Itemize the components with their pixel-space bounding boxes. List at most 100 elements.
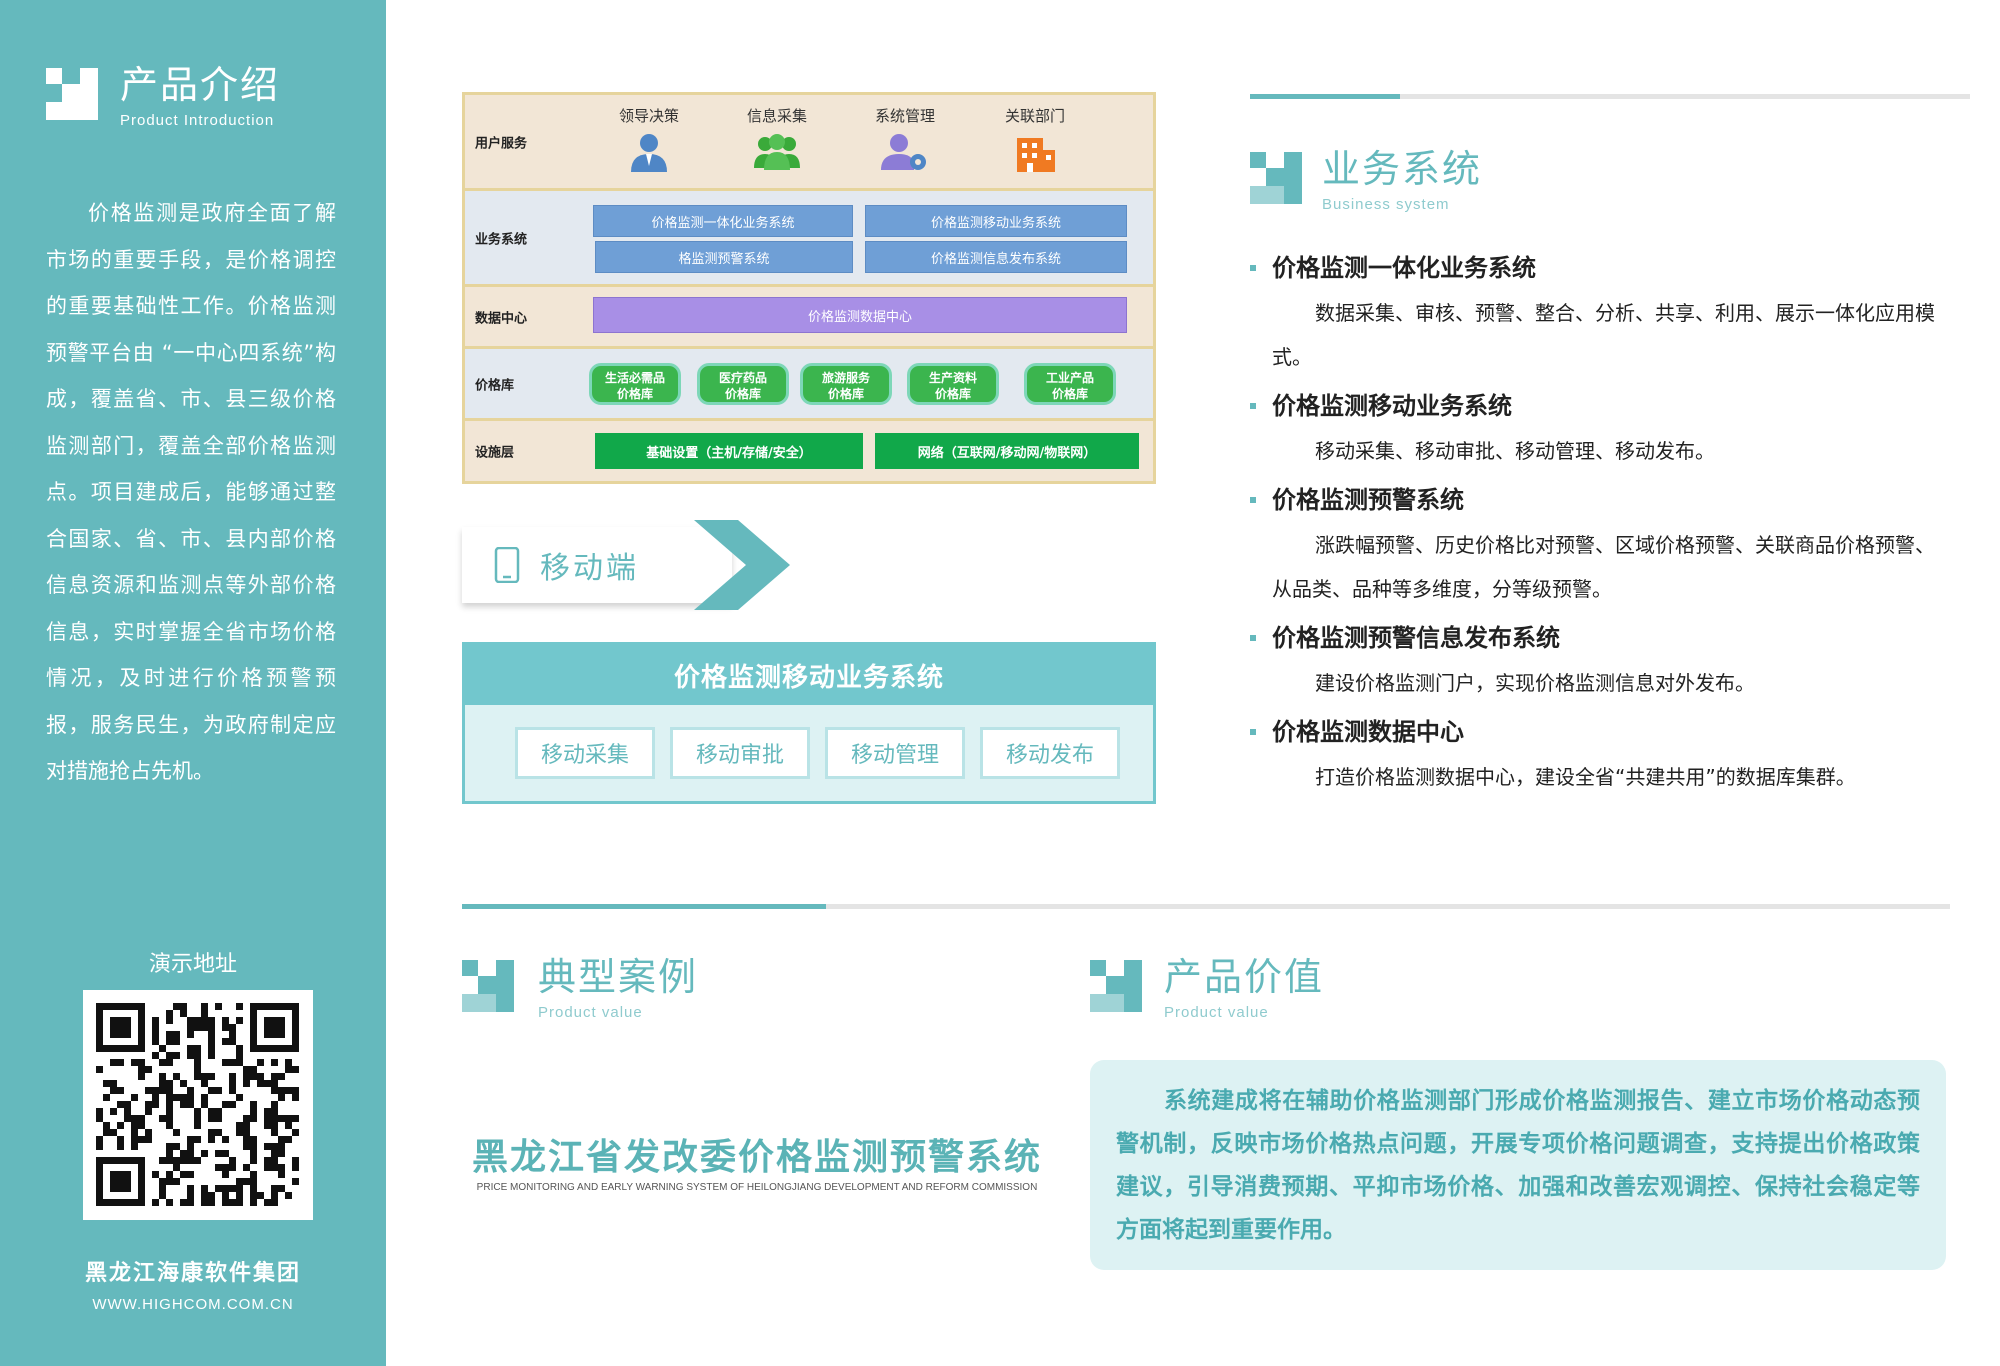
mobile-collect-button[interactable]: 移动采集 [515, 727, 655, 779]
business-item-desc: 移动采集、移动审批、移动管理、移动发布。 [1315, 439, 1715, 463]
library-line: 医疗药品 [718, 371, 767, 385]
divider [826, 904, 1950, 909]
infra-hardware-btn[interactable]: 基础设置（主机/存储/安全） [595, 433, 863, 469]
architecture-diagram: 用户服务 领导决策 信息采集 系统管理 关联部门 业务系统 价格监测一体化业务系… [462, 92, 1156, 484]
business-item-desc: 打造价格监测数据中心，建设全省“共建共用”的数据库集群。 [1315, 765, 1856, 789]
sidebar: 产品介绍 Product Introduction 价格监测是政府全面了解市场的… [0, 0, 386, 1366]
role-related-dept: 关联部门 [985, 105, 1085, 172]
arch-row-label: 数据中心 [475, 311, 528, 326]
list-item: 价格监测数据中心 打造价格监测数据中心，建设全省“共建共用”的数据库集群。 [1250, 709, 1950, 799]
list-item: 价格监测一体化业务系统 数据采集、审核、预警、整合、分析、共享、利用、展示一体化… [1250, 245, 1950, 379]
business-item-title: 价格监测移动业务系统 [1250, 383, 1950, 429]
business-item-desc: 涨跌幅预警、历史价格比对预警、区域价格预警、关联商品价格预警、从品类、品种等多维… [1272, 533, 1935, 601]
list-item: 价格监测移动业务系统 移动采集、移动审批、移动管理、移动发布。 [1250, 383, 1950, 473]
intro-paragraph: 价格监测是政府全面了解市场的重要手段，是价格调控的重要基础性工作。价格监测预警平… [46, 201, 336, 783]
arch-row-user-service: 用户服务 领导决策 信息采集 系统管理 关联部门 [465, 95, 1153, 191]
user-gear-icon [881, 134, 926, 170]
mobile-tab[interactable]: 移动端 [462, 527, 732, 603]
group-icon [754, 134, 800, 170]
value-panel: 系统建成将在辅助价格监测部门形成价格监测报告、建立市场价格动态预警机制，反映市场… [1090, 1060, 1946, 1270]
list-item: 价格监测预警系统 涨跌幅预警、历史价格比对预警、区域价格预警、关联商品价格预警、… [1250, 477, 1950, 611]
intro-section-subtitle: Product Introduction [120, 112, 275, 129]
website-link[interactable]: WWW.HIGHCOM.COM.CN [0, 1296, 386, 1313]
library-line: 旅游服务 [821, 371, 870, 385]
system-publish-btn[interactable]: 价格监测信息发布系统 [865, 241, 1127, 273]
person-icon [631, 134, 667, 172]
section-logo-icon [46, 68, 98, 120]
library-line: 价格库 [1051, 387, 1088, 401]
case-section-subtitle: Product value [538, 1004, 643, 1021]
case-section-heading: 典型案例 Product value [538, 958, 698, 1021]
business-item-title: 价格监测一体化业务系统 [1250, 245, 1950, 291]
chevron-right-icon [694, 520, 790, 610]
arch-row-data-center: 数据中心 价格监测数据中心 [465, 287, 1153, 349]
divider-accent [1250, 94, 1400, 99]
library-medicine[interactable]: 医疗药品 价格库 [697, 363, 789, 405]
building-icon [1017, 138, 1055, 172]
arch-row-label: 价格库 [475, 378, 515, 393]
mobile-system-panel: 价格监测移动业务系统 移动采集 移动审批 移动管理 移动发布 [462, 642, 1156, 804]
role-leadership: 领导决策 [599, 105, 699, 172]
library-line: 工业产品 [1045, 371, 1094, 385]
section-logo-icon [1090, 960, 1142, 1012]
section-logo-icon [1250, 152, 1302, 204]
arch-row-label: 业务系统 [475, 232, 528, 247]
arch-row-label: 设施层 [475, 445, 515, 461]
business-item-desc: 数据采集、审核、预警、整合、分析、共享、利用、展示一体化应用模式。 [1272, 301, 1935, 369]
business-section-subtitle: Business system [1322, 196, 1450, 213]
system-integrated-btn[interactable]: 价格监测一体化业务系统 [593, 205, 853, 237]
role-system-admin: 系统管理 [855, 105, 955, 172]
divider [1400, 94, 1970, 99]
library-industrial[interactable]: 工业产品 价格库 [1024, 363, 1116, 405]
business-section-title: 业务系统 [1322, 147, 1483, 191]
mobile-tab-label: 移动端 [540, 551, 639, 586]
case-section-title: 典型案例 [538, 955, 699, 999]
arch-row-business-systems: 业务系统 价格监测一体化业务系统 价格监测移动业务系统 格监测预警系统 价格监测… [465, 191, 1153, 287]
library-tourism[interactable]: 旅游服务 价格库 [800, 363, 892, 405]
role-collection: 信息采集 [727, 105, 827, 172]
role-label: 信息采集 [746, 107, 807, 125]
value-paragraph: 系统建成将在辅助价格监测部门形成价格监测报告、建立市场价格动态预警机制，反映市场… [1116, 1088, 1920, 1243]
infra-network-btn[interactable]: 网络（互联网/移动网/物联网） [875, 433, 1139, 469]
mobile-system-title: 价格监测移动业务系统 [465, 645, 1153, 705]
list-item: 价格监测预警信息发布系统 建设价格监测门户，实现价格监测信息对外发布。 [1250, 615, 1950, 705]
arch-row-infrastructure: 设施层 基础设置（主机/存储/安全） 网络（互联网/移动网/物联网） [465, 421, 1153, 481]
value-section-heading: 产品价值 Product value [1164, 958, 1324, 1021]
library-production[interactable]: 生产资料 价格库 [907, 363, 999, 405]
case-name: 黑龙江省发改委价格监测预警系统 [471, 1137, 1042, 1178]
arch-row-label: 用户服务 [475, 136, 528, 151]
system-warning-btn[interactable]: 格监测预警系统 [595, 241, 853, 273]
phone-icon [494, 547, 520, 583]
library-line: 价格库 [934, 387, 971, 401]
mobile-manage-button[interactable]: 移动管理 [825, 727, 965, 779]
data-center-bar[interactable]: 价格监测数据中心 [593, 297, 1127, 333]
business-list: 价格监测一体化业务系统 数据采集、审核、预警、整合、分析、共享、利用、展示一体化… [1250, 245, 1950, 803]
divider-accent [462, 904, 826, 909]
arch-row-price-library: 价格库 生活必需品价格库 医疗药品价格库 旅游服务价格库 生产资料价格库 工业产… [465, 349, 1153, 421]
value-section-title: 产品价值 [1164, 955, 1325, 999]
library-line: 价格库 [616, 387, 653, 401]
system-mobile-btn[interactable]: 价格监测移动业务系统 [865, 205, 1127, 237]
qr-code-icon[interactable] [83, 990, 313, 1220]
role-label: 关联部门 [1004, 107, 1065, 125]
intro-section-heading: 产品介绍 Product Introduction [120, 66, 280, 129]
mobile-approve-button[interactable]: 移动审批 [670, 727, 810, 779]
company-name: 黑龙江海康软件集团 [84, 1260, 301, 1286]
business-item-title: 价格监测预警信息发布系统 [1250, 615, 1950, 661]
library-line: 价格库 [724, 387, 761, 401]
library-line: 生活必需品 [604, 371, 665, 385]
case-name-english: PRICE MONITORING AND EARLY WARNING SYSTE… [476, 1182, 1038, 1193]
section-logo-icon [462, 960, 514, 1012]
business-item-title: 价格监测数据中心 [1250, 709, 1950, 755]
intro-section-title: 产品介绍 [120, 63, 281, 107]
library-line: 价格库 [827, 387, 864, 401]
role-label: 系统管理 [874, 107, 935, 125]
library-line: 生产资料 [928, 371, 977, 385]
mobile-publish-button[interactable]: 移动发布 [980, 727, 1120, 779]
value-section-subtitle: Product value [1164, 1004, 1269, 1021]
business-item-title: 价格监测预警系统 [1250, 477, 1950, 523]
business-item-desc: 建设价格监测门户，实现价格监测信息对外发布。 [1315, 671, 1755, 695]
demo-label: 演示地址 [148, 952, 237, 977]
library-necessities[interactable]: 生活必需品 价格库 [589, 363, 681, 405]
role-label: 领导决策 [618, 107, 679, 125]
